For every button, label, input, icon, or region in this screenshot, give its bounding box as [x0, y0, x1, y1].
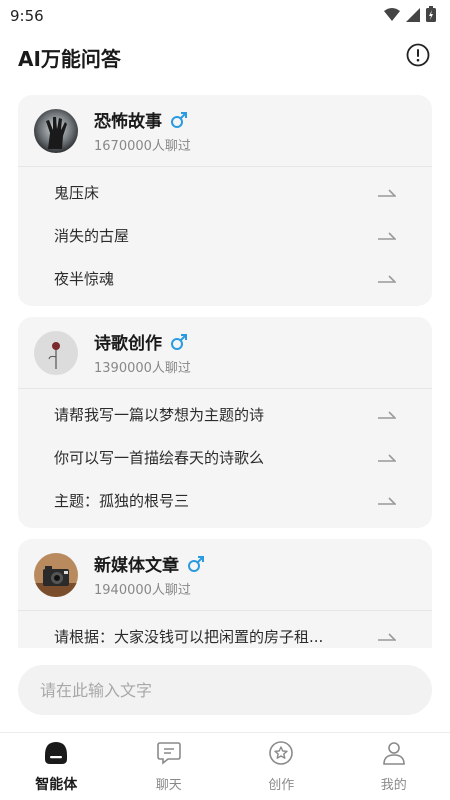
agent-list[interactable]: 恐怖故事 1670000人聊过 鬼压床 消失的古屋 夜半惊魂 诗歌创作 1390… [0, 82, 450, 648]
app-header: AI万能问答 [0, 36, 450, 78]
status-icons [384, 6, 436, 26]
status-time: 9:56 [10, 7, 44, 25]
card-header[interactable]: 恐怖故事 1670000人聊过 [18, 95, 432, 167]
suggestion-text: 消失的古屋 [54, 227, 130, 245]
suggestion-item[interactable]: 鬼压床 [18, 171, 432, 214]
suggestion-item[interactable]: 主题：孤独的根号三 [18, 479, 432, 522]
suggestion-text: 主题：孤独的根号三 [54, 492, 190, 510]
chat-count: 1940000人聊过 [94, 583, 191, 598]
arrow-right-icon [378, 410, 396, 420]
arrow-right-icon [378, 453, 396, 463]
message-input[interactable] [40, 680, 410, 700]
chat-count: 1670000人聊过 [94, 139, 191, 154]
male-icon [170, 333, 188, 351]
male-icon [187, 555, 205, 573]
agent-card-poetry[interactable]: 诗歌创作 1390000人聊过 请帮我写一篇以梦想为主题的诗 你可以写一首描绘春… [18, 317, 432, 528]
tab-agent[interactable]: 智能体 [0, 733, 113, 800]
suggestion-item[interactable]: 请根据：大家没钱可以把闲置的房子租... [18, 615, 432, 648]
arrow-right-icon [378, 274, 396, 284]
card-header[interactable]: 新媒体文章 1940000人聊过 [18, 539, 432, 611]
suggestion-text: 夜半惊魂 [54, 270, 115, 288]
agent-card-new-media[interactable]: 新媒体文章 1940000人聊过 请根据：大家没钱可以把闲置的房子租... [18, 539, 432, 648]
wifi-icon [384, 7, 400, 26]
info-icon [406, 43, 430, 71]
tab-label: 创作 [268, 778, 295, 793]
avatar [34, 108, 78, 153]
suggestion-item[interactable]: 请帮我写一篇以梦想为主题的诗 [18, 393, 432, 436]
male-icon [170, 111, 188, 129]
chat-icon [156, 740, 182, 770]
signal-icon [406, 7, 420, 26]
tab-create[interactable]: 创作 [225, 733, 338, 800]
create-icon [268, 740, 294, 770]
suggestion-text: 你可以写一首描绘春天的诗歌么 [54, 449, 265, 467]
avatar [34, 552, 78, 597]
suggestion-item[interactable]: 你可以写一首描绘春天的诗歌么 [18, 436, 432, 479]
battery-icon [426, 6, 436, 26]
info-button[interactable] [404, 43, 432, 71]
tab-label: 聊天 [155, 778, 182, 793]
chat-count: 1390000人聊过 [94, 361, 191, 376]
card-title: 恐怖故事 [94, 112, 162, 132]
card-header[interactable]: 诗歌创作 1390000人聊过 [18, 317, 432, 389]
tab-label: 我的 [380, 778, 407, 793]
profile-icon [381, 740, 407, 770]
page-title: AI万能问答 [18, 46, 121, 71]
status-bar: 9:56 [0, 0, 450, 32]
tab-chat[interactable]: 聊天 [113, 733, 226, 800]
arrow-right-icon [378, 496, 396, 506]
avatar [34, 330, 78, 375]
arrow-right-icon [378, 632, 396, 642]
agent-icon [43, 740, 69, 770]
card-title: 新媒体文章 [94, 556, 179, 576]
message-input-container[interactable] [18, 665, 432, 715]
tab-profile[interactable]: 我的 [338, 733, 450, 800]
agent-card-horror[interactable]: 恐怖故事 1670000人聊过 鬼压床 消失的古屋 夜半惊魂 [18, 95, 432, 306]
suggestion-item[interactable]: 夜半惊魂 [18, 257, 432, 300]
suggestion-item[interactable]: 消失的古屋 [18, 214, 432, 257]
suggestion-text: 请帮我写一篇以梦想为主题的诗 [54, 406, 265, 424]
suggestion-text: 鬼压床 [54, 184, 100, 202]
suggestion-text: 请根据：大家没钱可以把闲置的房子租... [54, 628, 324, 646]
tab-label: 智能体 [35, 776, 78, 793]
bottom-tab-bar: 智能体 聊天 创作 我的 [0, 732, 450, 800]
card-title: 诗歌创作 [94, 334, 162, 354]
arrow-right-icon [378, 231, 396, 241]
arrow-right-icon [378, 188, 396, 198]
